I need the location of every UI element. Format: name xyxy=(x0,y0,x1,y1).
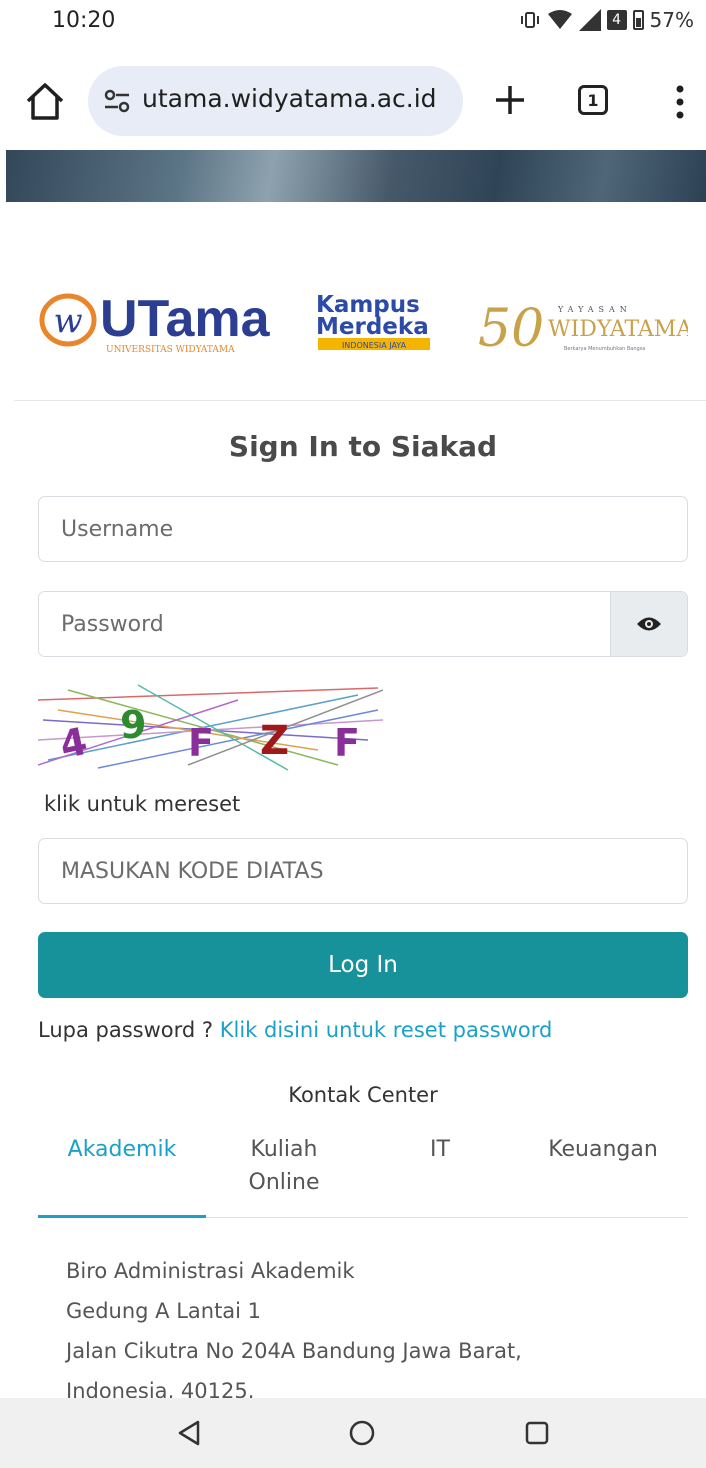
url-text[interactable]: utama.widyatama.ac.id xyxy=(142,84,437,113)
captcha-code-input[interactable] xyxy=(38,838,688,904)
signal-icon xyxy=(578,9,601,31)
password-group xyxy=(38,591,688,657)
eye-icon xyxy=(637,617,661,631)
tab-keuangan[interactable]: Keuangan xyxy=(535,1133,671,1166)
svg-text:50: 50 xyxy=(478,299,544,356)
utama-logo: w UTama UNIVERSITAS WIDYATAMA xyxy=(39,290,271,355)
captcha-reset-text[interactable]: klik untuk mereset xyxy=(44,792,240,816)
password-input[interactable] xyxy=(39,592,610,656)
address-block: Biro Administrasi Akademik Gedung A Lant… xyxy=(66,1251,522,1411)
tab-it[interactable]: IT xyxy=(412,1133,468,1166)
battery-icon xyxy=(632,10,644,30)
username-input[interactable] xyxy=(38,496,688,562)
svg-text:Z: Z xyxy=(260,718,289,764)
plus-icon[interactable] xyxy=(490,80,530,120)
svg-text:UNIVERSITAS WIDYATAMA: UNIVERSITAS WIDYATAMA xyxy=(106,345,235,355)
widyatama-foundation-logo: 50 YAYASAN WIDYATAMA Berkarya Menumbuhka… xyxy=(478,299,688,356)
address-line: Biro Administrasi Akademik xyxy=(66,1259,355,1283)
home-icon[interactable] xyxy=(22,78,68,124)
status-time: 10:20 xyxy=(52,8,116,33)
forgot-prefix: Lupa password ? xyxy=(38,1018,220,1042)
address-line: Jalan Cikutra No 204A Bandung Jawa Barat… xyxy=(66,1339,522,1363)
svg-text:w: w xyxy=(53,301,82,341)
toggle-password-button[interactable] xyxy=(610,592,687,656)
header-banner xyxy=(6,150,706,202)
tab-akademik[interactable]: Akademik xyxy=(38,1133,206,1166)
status-icons: 4 57% xyxy=(519,8,694,32)
svg-text:Merdeka: Merdeka xyxy=(316,314,429,340)
menu-icon[interactable] xyxy=(670,82,690,122)
signal-badge: 4 xyxy=(606,10,627,30)
home-circle-icon[interactable] xyxy=(348,1419,376,1447)
kampus-merdeka-logo: Kampus Merdeka INDONESIA JAYA xyxy=(316,292,430,350)
svg-text:Berkarya Menumbuhkan Bangsa: Berkarya Menumbuhkan Bangsa xyxy=(564,346,645,352)
svg-text:F: F xyxy=(188,721,214,765)
recents-icon[interactable] xyxy=(524,1420,550,1446)
contact-center-title: Kontak Center xyxy=(288,1083,438,1107)
svg-text:9: 9 xyxy=(120,703,146,747)
wifi-icon xyxy=(547,10,572,29)
tabs-icon[interactable]: 1 xyxy=(578,85,608,115)
login-button[interactable]: Log In xyxy=(38,932,688,998)
captcha-image[interactable]: 4 9 F Z F xyxy=(38,680,383,772)
svg-text:F: F xyxy=(334,721,360,765)
svg-text:INDONESIA JAYA: INDONESIA JAYA xyxy=(342,341,407,350)
forgot-password: Lupa password ? Klik disini untuk reset … xyxy=(38,1018,552,1042)
vibrate-icon xyxy=(520,12,539,28)
svg-text:YAYASAN: YAYASAN xyxy=(557,305,632,314)
active-tab-indicator xyxy=(38,1215,206,1218)
site-settings-icon[interactable] xyxy=(102,86,132,116)
tab-kuliah-online[interactable]: Kuliah Online xyxy=(236,1133,332,1199)
reset-password-link[interactable]: Klik disini untuk reset password xyxy=(220,1018,553,1042)
section-divider xyxy=(14,400,706,401)
page-title: Sign In to Siakad xyxy=(228,430,498,463)
back-icon[interactable] xyxy=(176,1420,202,1446)
address-line: Gedung A Lantai 1 xyxy=(66,1299,262,1323)
system-nav-bar xyxy=(0,1398,706,1468)
svg-text:UTama: UTama xyxy=(100,290,271,348)
battery-percent: 57% xyxy=(649,8,694,32)
svg-text:WIDYATAMA: WIDYATAMA xyxy=(548,317,688,342)
